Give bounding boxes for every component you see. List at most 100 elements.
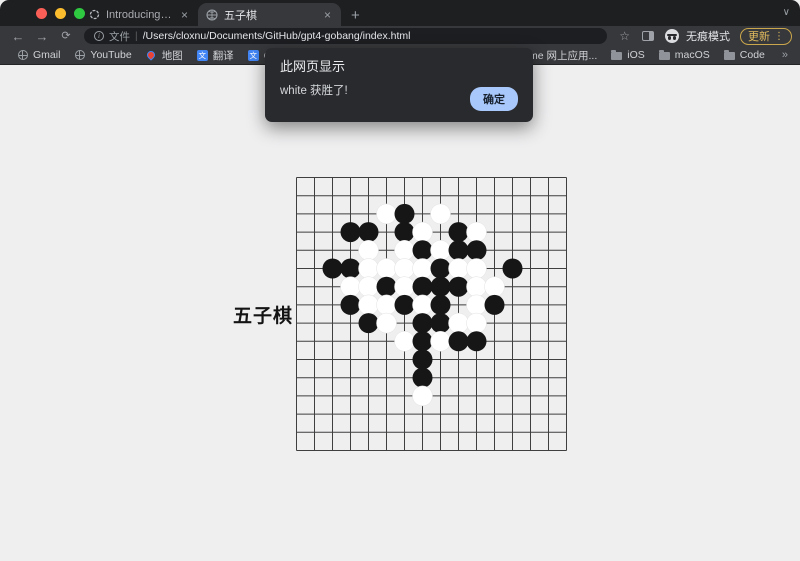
bookmark-folder-ios[interactable]: iOS	[604, 49, 652, 61]
white-stone	[395, 277, 415, 297]
bookmark-youtube[interactable]: YouTube	[67, 49, 138, 61]
white-stone	[413, 295, 433, 315]
browser-window: Introducing ChatGPT Plus × 五子棋 × + ∨ ← →…	[0, 0, 800, 561]
black-stone	[395, 204, 415, 224]
black-stone	[341, 222, 361, 242]
back-button[interactable]: ←	[8, 30, 28, 43]
address-bar[interactable]: i 文件 | /Users/cloxnu/Documents/GitHub/gp…	[84, 28, 607, 44]
browser-toolbar: ← → ⟳ i 文件 | /Users/cloxnu/Documents/Git…	[0, 26, 800, 46]
black-stone	[413, 331, 433, 351]
black-stone	[341, 295, 361, 315]
black-stone	[413, 240, 433, 260]
black-stone	[467, 240, 487, 260]
black-stone	[431, 277, 451, 297]
translate-icon: 文	[248, 50, 259, 61]
side-panel-icon[interactable]	[642, 31, 654, 41]
alert-dialog: 此网页显示 white 获胜了! 确定	[265, 48, 533, 122]
url-scheme-chip: 文件	[109, 29, 130, 44]
bookmark-folder-code[interactable]: Code	[717, 49, 772, 61]
chevron-down-icon[interactable]: ∨	[783, 7, 790, 18]
bookmark-translate[interactable]: 文 翻译	[190, 48, 241, 63]
white-stone	[395, 331, 415, 351]
white-stone	[359, 277, 379, 297]
white-stone	[431, 240, 451, 260]
folder-icon	[659, 50, 670, 61]
white-stone	[359, 240, 379, 260]
black-stone	[341, 259, 361, 279]
black-stone	[431, 295, 451, 315]
white-stone	[431, 204, 451, 224]
black-stone	[431, 259, 451, 279]
translate-icon: 文	[197, 50, 208, 61]
white-stone	[377, 313, 397, 333]
tab-title: Introducing ChatGPT Plus	[106, 9, 173, 21]
tab-gobang[interactable]: 五子棋 ×	[198, 3, 341, 26]
zoom-window-button[interactable]	[74, 8, 85, 19]
close-window-button[interactable]	[36, 8, 47, 19]
black-stone	[449, 331, 469, 351]
incognito-label: 无痕模式	[686, 28, 730, 44]
black-stone	[503, 259, 523, 279]
black-stone	[485, 295, 505, 315]
white-stone	[377, 295, 397, 315]
black-stone	[395, 295, 415, 315]
bookmark-folder-macos[interactable]: macOS	[652, 49, 717, 61]
bookmark-star-icon[interactable]: ☆	[615, 29, 634, 43]
white-stone	[377, 204, 397, 224]
white-stone	[341, 277, 361, 297]
white-stone	[377, 259, 397, 279]
black-stone	[467, 331, 487, 351]
close-icon[interactable]: ×	[322, 9, 333, 21]
page-content: 五子棋	[0, 65, 800, 561]
black-stone	[359, 313, 379, 333]
minimize-window-button[interactable]	[55, 8, 66, 19]
black-stone	[413, 350, 433, 370]
black-stone	[413, 313, 433, 333]
white-stone	[413, 386, 433, 406]
reload-button[interactable]: ⟳	[56, 31, 76, 42]
globe-icon	[74, 50, 85, 61]
menu-kebab-icon[interactable]: ⋮	[774, 31, 784, 42]
white-stone	[413, 259, 433, 279]
tab-title: 五子棋	[224, 7, 316, 23]
update-button[interactable]: 更新 ⋮	[740, 28, 792, 45]
confirm-button[interactable]: 确定	[470, 87, 518, 111]
black-stone	[431, 313, 451, 333]
forward-button[interactable]: →	[32, 30, 52, 43]
white-stone	[359, 259, 379, 279]
white-stone	[449, 259, 469, 279]
globe-icon	[206, 9, 218, 21]
white-stone	[395, 240, 415, 260]
bookmark-maps[interactable]: 地图	[139, 48, 190, 63]
white-stone	[467, 313, 487, 333]
close-icon[interactable]: ×	[179, 9, 190, 21]
white-stone	[449, 313, 469, 333]
folder-icon	[724, 50, 735, 61]
white-stone	[467, 277, 487, 297]
page-title: 五子棋	[233, 301, 293, 328]
new-tab-button[interactable]: +	[341, 8, 370, 26]
black-stone	[323, 259, 343, 279]
url-text: /Users/cloxnu/Documents/GitHub/gpt4-goba…	[143, 30, 411, 42]
black-stone	[449, 240, 469, 260]
traffic-lights	[0, 0, 99, 26]
gobang-board[interactable]	[296, 177, 567, 451]
black-stone	[395, 222, 415, 242]
info-icon[interactable]: i	[94, 31, 104, 41]
black-stone	[359, 222, 379, 242]
maps-pin-icon	[146, 50, 157, 61]
update-label: 更新	[748, 28, 770, 44]
tab-strip: Introducing ChatGPT Plus × 五子棋 × + ∨	[0, 0, 800, 26]
folder-icon	[611, 50, 622, 61]
white-stone	[413, 222, 433, 242]
white-stone	[467, 295, 487, 315]
incognito-icon	[665, 29, 679, 43]
white-stone	[485, 277, 505, 297]
bookmark-gmail[interactable]: Gmail	[10, 49, 67, 61]
bookmarks-overflow-icon[interactable]: »	[772, 49, 790, 61]
black-stone	[449, 277, 469, 297]
black-stone	[413, 368, 433, 388]
white-stone	[359, 295, 379, 315]
white-stone	[467, 259, 487, 279]
black-stone	[377, 277, 397, 297]
